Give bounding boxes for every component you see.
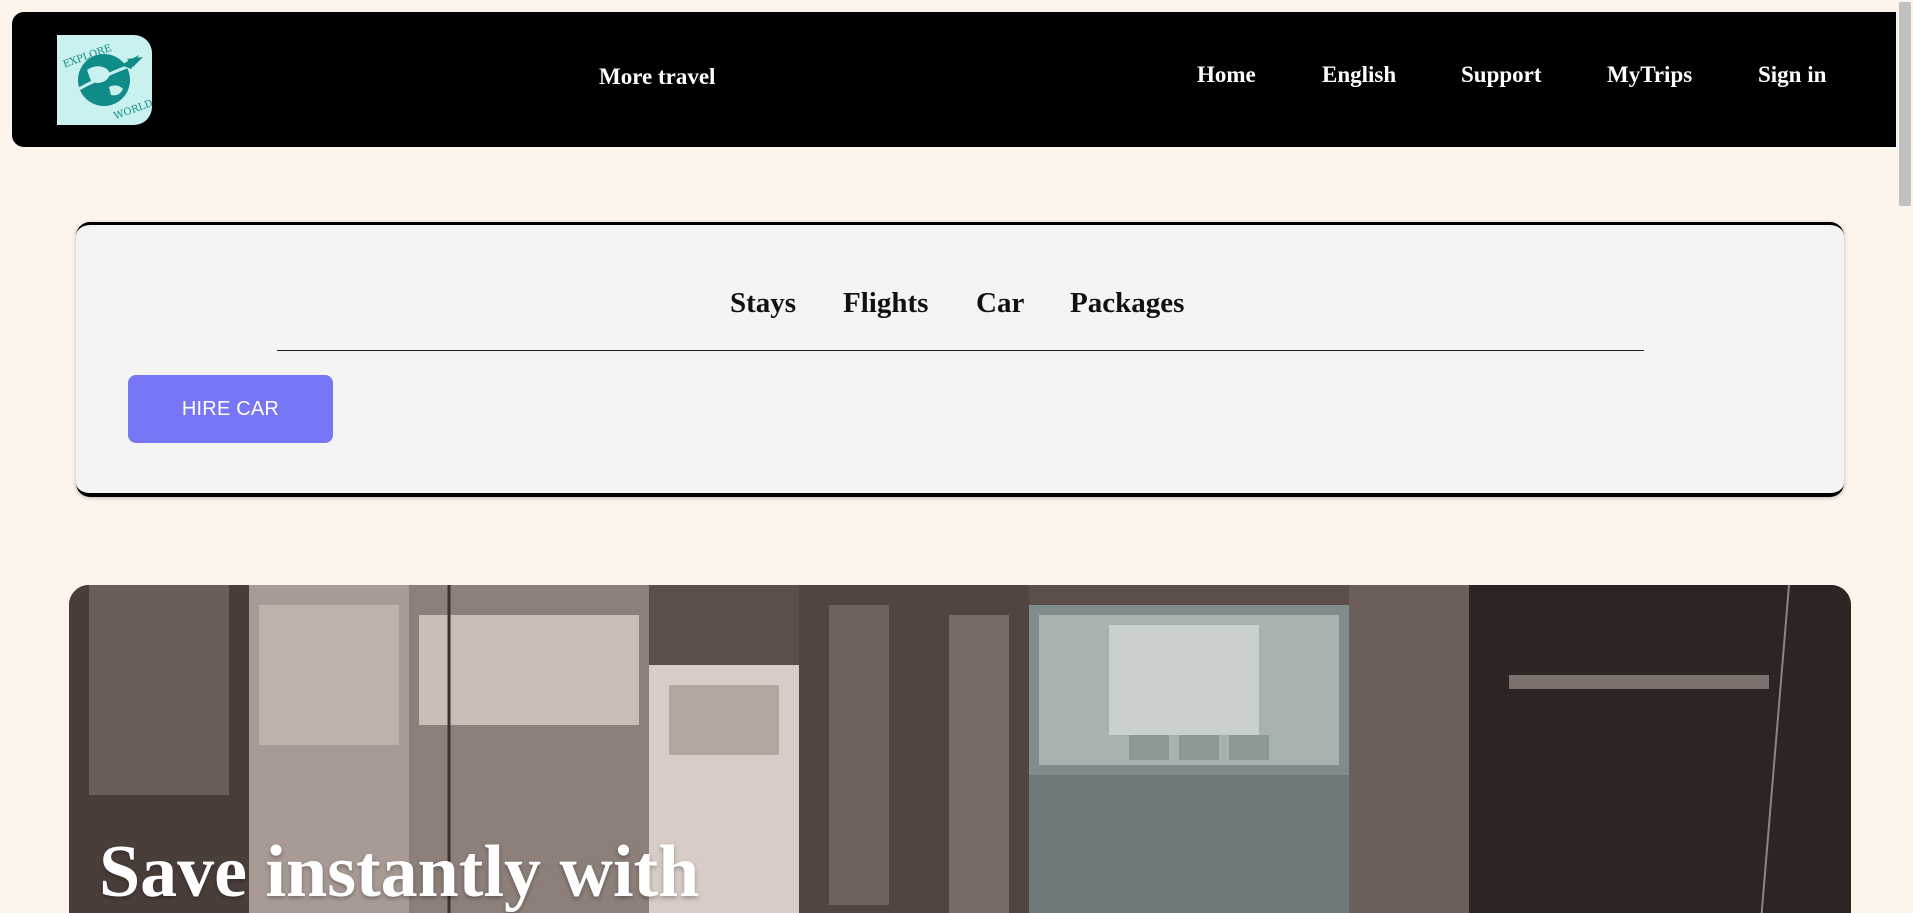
tab-car[interactable]: Car bbox=[976, 287, 1024, 320]
tabs-divider bbox=[277, 350, 1644, 351]
hire-car-button[interactable]: HIRE CAR bbox=[128, 375, 333, 443]
tab-packages[interactable]: Packages bbox=[1070, 287, 1184, 320]
scrollbar-thumb[interactable] bbox=[1899, 2, 1911, 206]
page: EXPLORE WORLD More travel Home English S… bbox=[0, 0, 1913, 913]
tab-flights[interactable]: Flights bbox=[843, 287, 928, 320]
hero-title: Save instantly with bbox=[99, 831, 700, 913]
booking-tabs: Stays Flights Car Packages bbox=[76, 287, 1844, 327]
search-panel: Stays Flights Car Packages HIRE CAR bbox=[76, 222, 1844, 497]
svg-text:WORLD: WORLD bbox=[112, 98, 152, 122]
tab-stays[interactable]: Stays bbox=[730, 287, 796, 320]
scrollbar[interactable] bbox=[1896, 0, 1913, 913]
hero-banner: Save instantly with bbox=[69, 585, 1851, 913]
nav-mytrips[interactable]: MyTrips bbox=[1607, 62, 1692, 88]
nav-sign-in[interactable]: Sign in bbox=[1758, 62, 1826, 88]
brand-tagline: More travel bbox=[599, 64, 716, 89]
nav-home[interactable]: Home bbox=[1197, 62, 1256, 88]
nav-language[interactable]: English bbox=[1322, 62, 1396, 88]
globe-airplane-logo-icon[interactable]: EXPLORE WORLD bbox=[57, 35, 152, 125]
nav-support[interactable]: Support bbox=[1461, 62, 1542, 88]
top-header: EXPLORE WORLD More travel Home English S… bbox=[12, 12, 1908, 147]
